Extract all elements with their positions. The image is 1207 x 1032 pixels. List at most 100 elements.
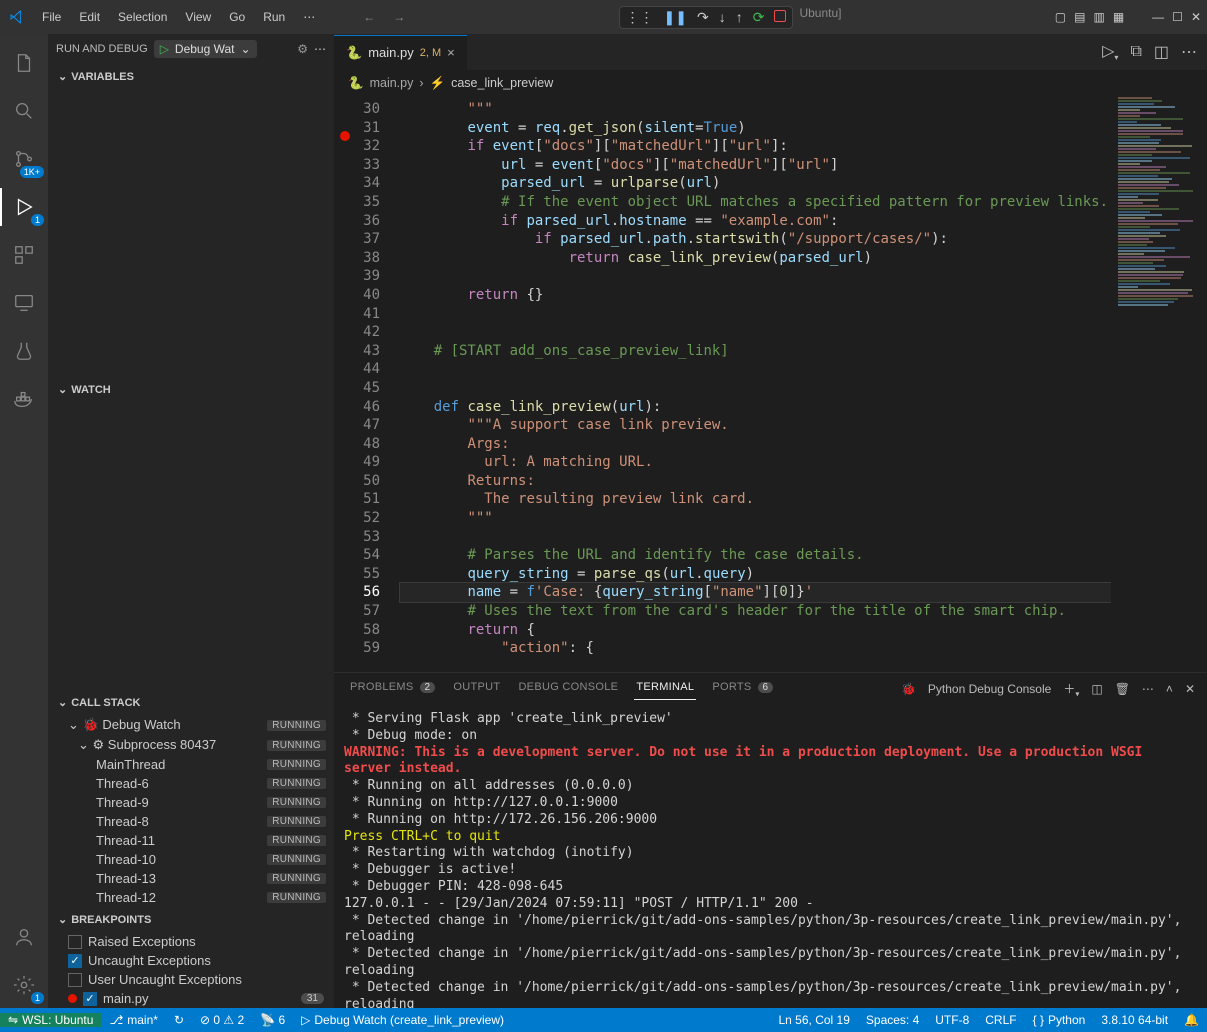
status-eol[interactable]: CRLF: [977, 1013, 1024, 1027]
trash-icon[interactable]: 🗑: [1115, 682, 1130, 696]
step-out-icon[interactable]: ↑: [736, 9, 743, 25]
callstack-row[interactable]: Thread-10RUNNING: [48, 850, 334, 869]
callstack-row[interactable]: Thread-9RUNNING: [48, 793, 334, 812]
breakpoint-row[interactable]: ✓Uncaught Exceptions: [48, 951, 334, 970]
checkbox[interactable]: [68, 973, 82, 987]
menu-edit[interactable]: Edit: [71, 6, 108, 28]
menu-view[interactable]: View: [177, 6, 219, 28]
restart-icon[interactable]: ⟳: [753, 9, 765, 26]
activity-settings[interactable]: 1: [0, 962, 48, 1008]
minimap[interactable]: [1111, 96, 1207, 672]
split-editor-icon[interactable]: ◫: [1154, 42, 1169, 62]
status-interpreter[interactable]: 3.8.10 64-bit: [1093, 1013, 1176, 1027]
breadcrumb-file: main.py: [370, 76, 414, 90]
activity-explorer[interactable]: [0, 40, 48, 86]
drag-handle-icon[interactable]: ⋮⋮: [626, 9, 654, 26]
checkbox[interactable]: ✓: [68, 954, 82, 968]
callstack-label: ⌄ 🐞 Debug Watch: [68, 717, 181, 733]
activity-testing[interactable]: [0, 328, 48, 374]
activity-docker[interactable]: [0, 376, 48, 422]
panel-tab-output[interactable]: OUTPUT: [451, 679, 502, 699]
layout-toggle-icon[interactable]: ▢: [1055, 10, 1066, 24]
callstack-row[interactable]: Thread-11RUNNING: [48, 831, 334, 850]
more-icon[interactable]: ⋯: [1142, 682, 1154, 696]
tab-main-py[interactable]: 🐍 main.py 2, M ×: [334, 34, 468, 70]
tab-close-icon[interactable]: ×: [447, 45, 455, 60]
status-language[interactable]: { }Python: [1025, 1013, 1094, 1027]
checkbox[interactable]: [68, 935, 82, 949]
gear-icon[interactable]: ⚙: [297, 42, 308, 56]
more-actions-icon[interactable]: ⋯: [1181, 42, 1197, 62]
panel-toggle-icon[interactable]: ▤: [1074, 10, 1085, 24]
window-maximize-icon[interactable]: ☐: [1172, 10, 1183, 24]
breadcrumb[interactable]: 🐍 main.py › ⚡ case_link_preview: [334, 70, 1207, 96]
new-terminal-icon[interactable]: ＋▾: [1063, 680, 1079, 698]
customize-layout-icon[interactable]: ▦: [1113, 10, 1124, 24]
status-problems[interactable]: ⊘ 0 ⚠ 2: [192, 1013, 252, 1027]
callstack-row[interactable]: Thread-13RUNNING: [48, 869, 334, 888]
breakpoint-row[interactable]: User Uncaught Exceptions: [48, 970, 334, 989]
panel-tab-debug-console[interactable]: DEBUG CONSOLE: [516, 679, 620, 699]
debug-launch-icon[interactable]: ⧉: [1130, 43, 1141, 61]
menu-go[interactable]: Go: [221, 6, 253, 28]
menu-file[interactable]: File: [34, 6, 69, 28]
nav-back-icon[interactable]: ←: [363, 10, 375, 24]
status-indent[interactable]: Spaces: 4: [858, 1013, 927, 1027]
section-breakpoints[interactable]: ⌄BREAKPOINTS: [48, 907, 334, 932]
status-notifications-icon[interactable]: 🔔: [1176, 1013, 1207, 1027]
step-over-icon[interactable]: ↷: [697, 9, 709, 26]
editor-area: 🐍 main.py 2, M × ▷▾ ⧉ ◫ ⋯ 🐍 main.py › ⚡ …: [334, 34, 1207, 1008]
code-editor[interactable]: 3031323334353637383940414243444546474849…: [334, 96, 1207, 672]
activity-search[interactable]: [0, 88, 48, 134]
status-line-col[interactable]: Ln 56, Col 19: [771, 1013, 858, 1027]
status-ports[interactable]: 📡 6: [252, 1013, 293, 1027]
breakpoint-row[interactable]: ✓main.py31: [48, 989, 334, 1008]
debug-config-selector[interactable]: ▷ Debug Wat ⌄: [154, 40, 257, 58]
status-encoding[interactable]: UTF-8: [927, 1013, 977, 1027]
panel-tab-problems[interactable]: PROBLEMS2: [348, 679, 437, 699]
callstack-row[interactable]: Thread-12RUNNING: [48, 888, 334, 907]
run-file-icon[interactable]: ▷▾: [1102, 41, 1118, 62]
nav-forward-icon[interactable]: →: [393, 10, 405, 24]
split-terminal-icon[interactable]: ◫: [1091, 682, 1102, 696]
activity-remote[interactable]: [0, 280, 48, 326]
terminal-output[interactable]: * Serving Flask app 'create_link_preview…: [334, 705, 1207, 1008]
callstack-row[interactable]: MainThreadRUNNING: [48, 755, 334, 774]
menu-selection[interactable]: Selection: [110, 6, 175, 28]
callstack-status: RUNNING: [267, 740, 326, 751]
breakpoint-row[interactable]: Raised Exceptions: [48, 932, 334, 951]
code-content[interactable]: """ event = req.get_json(silent=True) if…: [392, 96, 1111, 672]
window-close-icon[interactable]: ✕: [1191, 10, 1201, 24]
activity-extensions[interactable]: [0, 232, 48, 278]
callstack-row[interactable]: Thread-8RUNNING: [48, 812, 334, 831]
panel-tab-ports[interactable]: PORTS6: [710, 679, 775, 699]
pause-icon[interactable]: ❚❚: [664, 9, 687, 26]
panel-tab-terminal[interactable]: TERMINAL: [634, 679, 696, 700]
callstack-status: RUNNING: [267, 759, 326, 770]
callstack-row[interactable]: ⌄ 🐞 Debug WatchRUNNING: [48, 715, 334, 735]
stop-icon[interactable]: [774, 9, 786, 25]
activity-scm[interactable]: 1K+: [0, 136, 48, 182]
menu-run[interactable]: Run: [255, 6, 293, 28]
remote-indicator[interactable]: ⇋WSL: Ubuntu: [0, 1013, 101, 1027]
callstack-row[interactable]: ⌄ ⚙ Subprocess 80437RUNNING: [48, 735, 334, 755]
step-into-icon[interactable]: ↓: [719, 9, 726, 25]
sidebar-toggle-icon[interactable]: ▥: [1093, 10, 1104, 24]
terminal-profile-name[interactable]: Python Debug Console: [928, 682, 1051, 696]
menu-more[interactable]: ⋯: [295, 6, 323, 28]
checkbox[interactable]: ✓: [83, 992, 97, 1006]
section-variables[interactable]: ⌄VARIABLES: [48, 64, 334, 89]
close-panel-icon[interactable]: ✕: [1185, 682, 1195, 696]
activity-account[interactable]: [0, 914, 48, 960]
status-branch[interactable]: ⎇main*: [101, 1013, 166, 1027]
status-sync[interactable]: ↻: [166, 1013, 192, 1027]
section-callstack[interactable]: ⌄CALL STACK: [48, 690, 334, 715]
activity-run-debug[interactable]: 1: [0, 184, 48, 230]
callstack-row[interactable]: Thread-6RUNNING: [48, 774, 334, 793]
more-icon[interactable]: ⋯: [314, 42, 326, 56]
section-watch[interactable]: ⌄WATCH: [48, 377, 334, 402]
titlebar-right: ▢ ▤ ▥ ▦ — ☐ ✕: [1055, 10, 1207, 24]
window-minimize-icon[interactable]: —: [1152, 10, 1164, 24]
maximize-panel-icon[interactable]: ˄: [1166, 682, 1173, 696]
status-debug[interactable]: ▷Debug Watch (create_link_preview): [293, 1013, 512, 1027]
